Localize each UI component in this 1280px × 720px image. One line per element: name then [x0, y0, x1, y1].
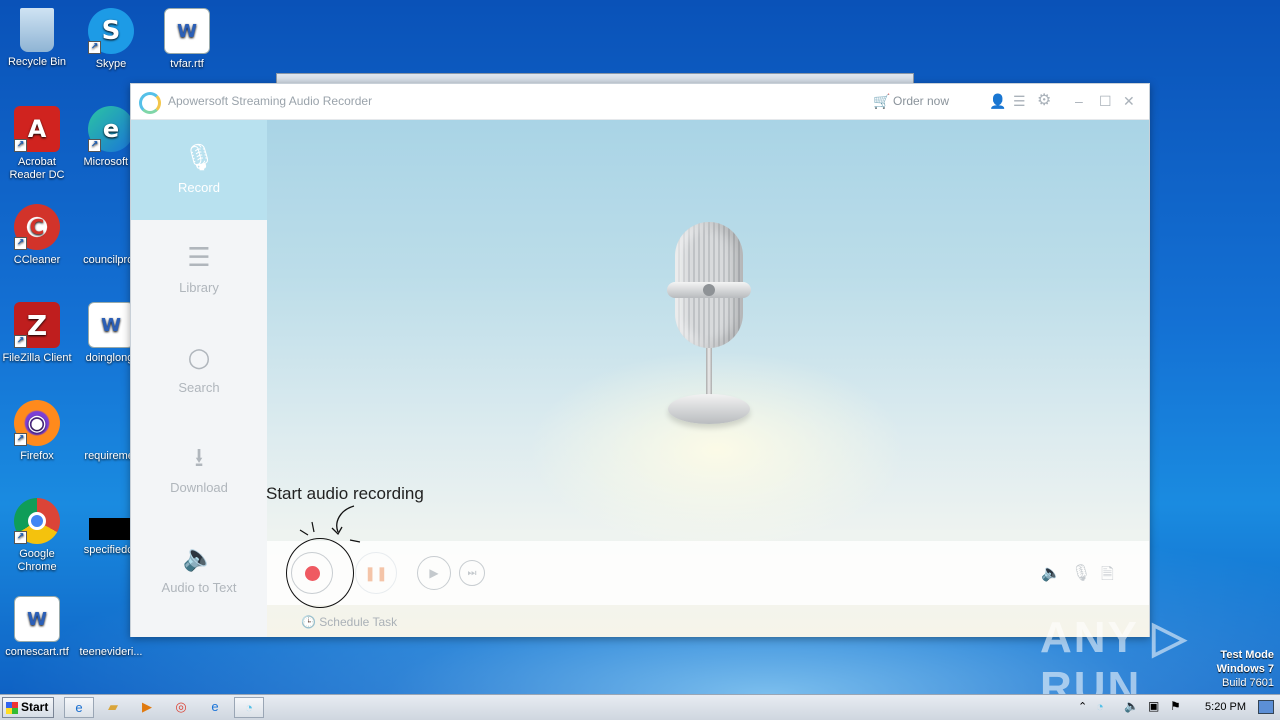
app-title: Apowersoft Streaming Audio Recorder [168, 94, 373, 108]
nav-search[interactable]: ○ Search [131, 320, 267, 420]
windows-test-mode-watermark: Test Mode Windows 7 Build 7601 [1216, 649, 1274, 689]
show-desktop-icon[interactable] [1258, 700, 1274, 714]
network-tray-icon[interactable]: ▣ [1148, 699, 1159, 713]
word-document-icon: W [14, 596, 60, 642]
nav-library[interactable]: ☰ Library [131, 220, 267, 320]
clock-icon: 🕒 [301, 615, 316, 629]
app-logo-icon [139, 92, 161, 114]
play-button[interactable]: ▶ [417, 556, 451, 590]
chrome-icon: ↗ [14, 498, 60, 544]
desktop-icon-filezilla[interactable]: Z ↗ FileZilla Client [0, 302, 74, 365]
file-icon[interactable]: 🗎 [1101, 563, 1114, 590]
nav-label: Record [178, 180, 220, 195]
speaker-icon: 🔈 [182, 543, 216, 573]
user-icon[interactable]: 👤 [989, 93, 1006, 109]
system-tray: ⌃ ◔ 🔈 ▣ ⚑ 5:20 PM [1070, 695, 1280, 720]
show-hidden-icons-icon[interactable]: ⌃ [1078, 700, 1087, 713]
start-button[interactable]: Start [2, 697, 54, 718]
desktop-icon-skype[interactable]: S ↗ Skype [74, 8, 148, 71]
desktop-icon-tvfar[interactable]: W tvfar.rtf [150, 8, 224, 71]
pause-icon: ❚❚ [364, 564, 388, 581]
close-icon[interactable]: ✕ [1123, 93, 1135, 109]
acrobat-icon: A ↗ [14, 106, 60, 152]
background-glow [527, 350, 907, 550]
gear-icon[interactable]: ⚙ [1037, 93, 1051, 109]
file-icon [88, 400, 134, 446]
file-icon [89, 518, 133, 540]
desktop-icon-ccleaner[interactable]: C ↗ CCleaner [0, 204, 74, 267]
title-bar[interactable]: Apowersoft Streaming Audio Recorder 🛒 Or… [131, 84, 1149, 120]
play-icon: ▶ [429, 566, 439, 580]
highlight-circle [286, 538, 354, 608]
apowersoft-taskbar-icon[interactable]: ◔ [234, 697, 264, 718]
next-button[interactable]: ⏭ [459, 560, 485, 586]
skype-icon: S ↗ [88, 8, 134, 54]
nav-download[interactable]: ⭳ Download [131, 420, 267, 520]
clock[interactable]: 5:20 PM [1205, 701, 1246, 713]
word-document-icon: W [164, 8, 210, 54]
action-center-flag-icon[interactable]: ⚑ [1170, 699, 1181, 713]
volume-tray-icon[interactable]: 🔈 [1124, 699, 1139, 713]
nav-record[interactable]: 🎙 Record [131, 120, 267, 220]
desktop-icon-firefox[interactable]: ◉ ↗ Firefox [0, 400, 74, 463]
sidebar: 🎙 Record ☰ Library ○ Search ⭳ Download 🔈… [131, 120, 267, 637]
mic-source-icon[interactable]: 🎙 [1071, 563, 1091, 582]
file-icon [88, 596, 134, 642]
edge-icon: e ↗ [88, 106, 134, 152]
order-now-link[interactable]: Order now [893, 94, 949, 108]
nav-label: Download [170, 480, 228, 495]
ccleaner-icon: C ↗ [14, 204, 60, 250]
media-player-taskbar-icon[interactable]: ▶ [132, 697, 162, 718]
schedule-task-link[interactable]: 🕒 Schedule Task [301, 615, 397, 629]
menu-icon[interactable]: ☰ [1013, 93, 1026, 109]
library-icon: ☰ [187, 243, 211, 273]
filezilla-icon: Z ↗ [14, 302, 60, 348]
file-icon [88, 204, 134, 250]
nav-label: Search [178, 380, 220, 395]
minimize-icon[interactable]: – [1075, 93, 1083, 109]
chrome-taskbar-icon[interactable]: ◎ [166, 697, 196, 718]
nav-label: Audio to Text [161, 580, 237, 595]
volume-icon[interactable]: 🔈 [1041, 563, 1061, 582]
desktop-icon-recycle-bin[interactable]: Recycle Bin [0, 8, 74, 69]
maximize-icon[interactable]: ☐ [1099, 93, 1112, 109]
desktop-icon-acrobat[interactable]: A ↗ Acrobat Reader DC [0, 106, 74, 182]
edge-taskbar-icon[interactable]: e [200, 697, 230, 718]
search-icon: ○ [187, 343, 211, 373]
control-bar: ❚❚ ▶ ⏭ 🔈 🎙 🗎 [267, 541, 1149, 605]
apowersoft-tray-icon[interactable]: ◔ [1096, 699, 1104, 714]
ie-taskbar-icon[interactable]: e [64, 697, 94, 718]
download-icon: ⭳ [194, 443, 204, 473]
microphone-icon: 🎙 [182, 143, 216, 173]
windows-logo-icon [6, 702, 18, 714]
app-window: Apowersoft Streaming Audio Recorder 🛒 Or… [130, 83, 1150, 637]
word-document-icon: W [88, 302, 134, 348]
desktop-icon-comescart[interactable]: W comescart.rtf [0, 596, 74, 659]
skip-next-icon: ⏭ [467, 567, 477, 579]
explorer-taskbar-icon[interactable]: ▰ [98, 697, 128, 718]
nav-label: Library [179, 280, 219, 295]
cart-icon[interactable]: 🛒 [873, 93, 890, 109]
desktop-icon-chrome[interactable]: ↗ Google Chrome [0, 498, 74, 574]
taskbar: Start e ▰ ▶ ◎ e ◔ ⌃ ◔ 🔈 ▣ ⚑ 5:20 PM [0, 694, 1280, 720]
firefox-icon: ◉ ↗ [14, 400, 60, 446]
nav-audio-to-text[interactable]: 🔈 Audio to Text [131, 520, 267, 620]
recycle-bin-icon [20, 8, 54, 52]
